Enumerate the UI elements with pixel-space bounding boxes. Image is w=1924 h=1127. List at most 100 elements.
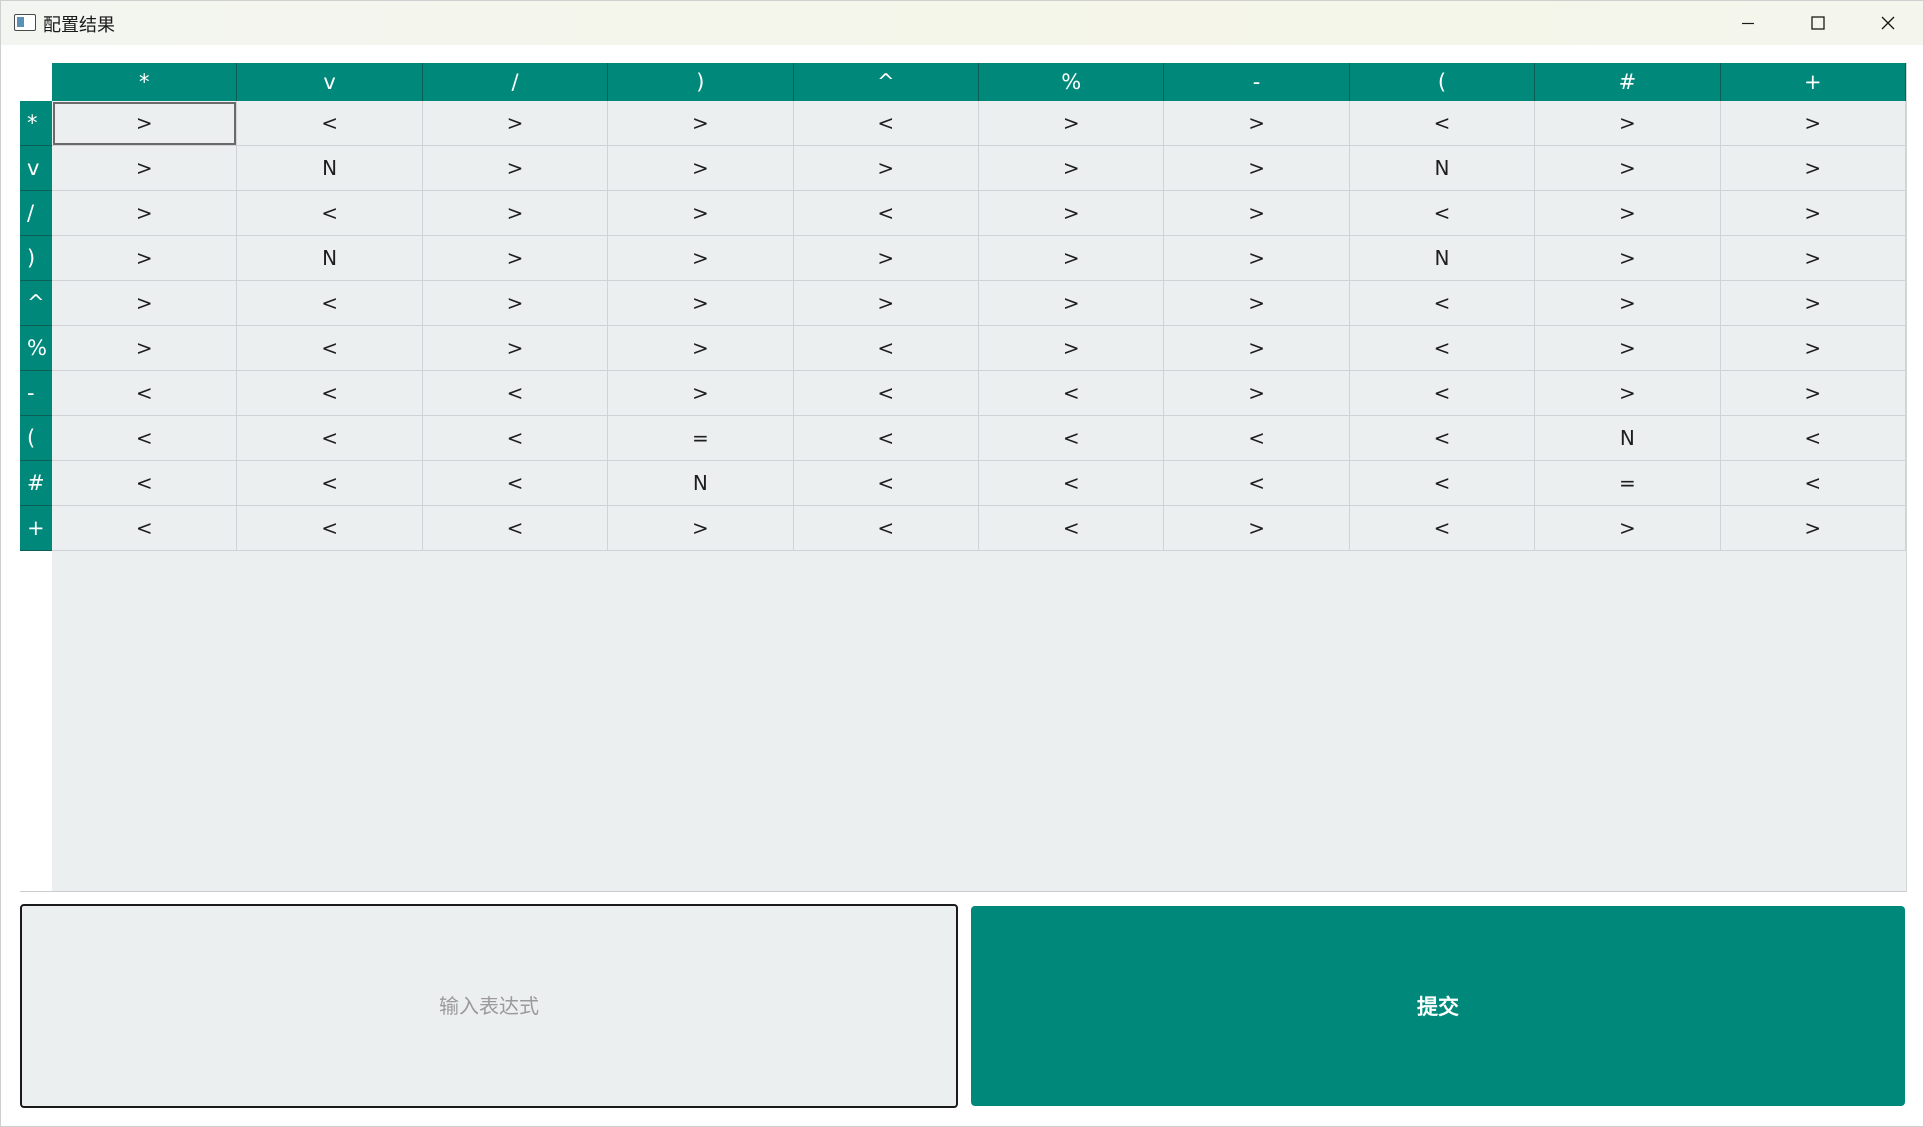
- table-cell[interactable]: <: [1164, 461, 1350, 506]
- row-header[interactable]: *: [20, 101, 52, 146]
- row-header[interactable]: #: [20, 461, 52, 506]
- row-header[interactable]: ): [20, 236, 52, 281]
- table-cell[interactable]: <: [793, 326, 979, 371]
- row-header[interactable]: (: [20, 416, 52, 461]
- table-cell[interactable]: <: [793, 416, 979, 461]
- table-cell[interactable]: N: [1535, 416, 1721, 461]
- table-cell[interactable]: >: [608, 101, 794, 146]
- table-cell[interactable]: >: [1164, 191, 1350, 236]
- table-cell[interactable]: <: [793, 461, 979, 506]
- table-cell[interactable]: >: [608, 146, 794, 191]
- table-cell[interactable]: <: [237, 281, 423, 326]
- table-cell[interactable]: >: [422, 326, 609, 371]
- table-cell[interactable]: >: [1164, 506, 1350, 551]
- table-cell[interactable]: <: [422, 371, 609, 416]
- table-cell[interactable]: <: [422, 506, 609, 551]
- table-cell[interactable]: <: [52, 371, 238, 416]
- table-cell[interactable]: >: [979, 236, 1165, 281]
- column-header[interactable]: /: [422, 63, 609, 101]
- table-cell[interactable]: >: [1720, 101, 1906, 146]
- table-cell[interactable]: >: [1535, 506, 1721, 551]
- table-cell[interactable]: >: [1720, 191, 1906, 236]
- table-cell[interactable]: N: [237, 236, 423, 281]
- table-cell[interactable]: >: [1164, 371, 1350, 416]
- table-cell[interactable]: >: [422, 191, 609, 236]
- column-header[interactable]: #: [1535, 63, 1721, 101]
- table-cell[interactable]: <: [979, 371, 1165, 416]
- table-cell[interactable]: >: [52, 281, 238, 326]
- table-cell[interactable]: <: [237, 191, 423, 236]
- column-header[interactable]: ^: [793, 63, 979, 101]
- table-cell[interactable]: >: [979, 326, 1165, 371]
- table-cell[interactable]: >: [793, 146, 979, 191]
- table-cell[interactable]: >: [422, 281, 609, 326]
- table-cell[interactable]: >: [1720, 146, 1906, 191]
- table-cell[interactable]: >: [422, 146, 609, 191]
- submit-button[interactable]: 提交: [971, 906, 1905, 1106]
- table-cell[interactable]: >: [979, 101, 1165, 146]
- table-cell[interactable]: >: [422, 236, 609, 281]
- table-cell[interactable]: N: [237, 146, 423, 191]
- table-cell[interactable]: >: [1164, 236, 1350, 281]
- row-header[interactable]: ^: [20, 281, 52, 326]
- column-header[interactable]: ): [608, 63, 794, 101]
- table-cell[interactable]: >: [422, 101, 609, 146]
- table-cell[interactable]: >: [1720, 371, 1906, 416]
- table-cell[interactable]: <: [1349, 281, 1536, 326]
- title-bar[interactable]: 配置结果: [1, 1, 1923, 45]
- table-cell[interactable]: >: [608, 506, 794, 551]
- expression-input[interactable]: [20, 904, 958, 1108]
- row-header[interactable]: +: [20, 506, 52, 551]
- table-cell[interactable]: >: [1720, 281, 1906, 326]
- table-cell[interactable]: <: [793, 101, 979, 146]
- table-cell[interactable]: N: [608, 461, 794, 506]
- table-cell[interactable]: N: [1349, 146, 1536, 191]
- table-cell[interactable]: <: [237, 326, 423, 371]
- column-header[interactable]: +: [1720, 63, 1906, 101]
- column-header[interactable]: v: [237, 63, 423, 101]
- table-cell[interactable]: <: [1349, 191, 1536, 236]
- precedence-table[interactable]: * v /) ^% -(# + * > < > > < > > < > > v > N > > > > > N > > / > < > > < > >…: [20, 63, 1907, 892]
- table-cell[interactable]: =: [608, 416, 794, 461]
- table-cell[interactable]: <: [237, 461, 423, 506]
- row-header[interactable]: /: [20, 191, 52, 236]
- table-cell[interactable]: >: [1535, 101, 1721, 146]
- table-cell[interactable]: >: [608, 371, 794, 416]
- table-cell[interactable]: <: [52, 506, 238, 551]
- table-cell[interactable]: >: [52, 146, 238, 191]
- table-cell[interactable]: >: [1535, 326, 1721, 371]
- table-cell[interactable]: >: [979, 281, 1165, 326]
- table-cell[interactable]: >: [52, 236, 238, 281]
- table-cell[interactable]: <: [237, 101, 423, 146]
- table-cell[interactable]: >: [1535, 281, 1721, 326]
- table-cell[interactable]: >: [608, 191, 794, 236]
- table-cell[interactable]: <: [422, 416, 609, 461]
- table-cell[interactable]: <: [237, 416, 423, 461]
- table-cell[interactable]: <: [1720, 416, 1906, 461]
- column-header[interactable]: %: [979, 63, 1165, 101]
- table-cell[interactable]: <: [979, 461, 1165, 506]
- table-cell[interactable]: <: [1349, 461, 1536, 506]
- table-cell[interactable]: <: [979, 506, 1165, 551]
- column-header[interactable]: -: [1164, 63, 1350, 101]
- column-header[interactable]: *: [52, 63, 238, 101]
- table-cell[interactable]: <: [52, 416, 238, 461]
- table-cell[interactable]: <: [237, 371, 423, 416]
- table-cell[interactable]: >: [1720, 506, 1906, 551]
- table-cell[interactable]: =: [1535, 461, 1721, 506]
- table-cell[interactable]: >: [52, 326, 238, 371]
- table-cell[interactable]: >: [608, 326, 794, 371]
- table-cell[interactable]: >: [1164, 281, 1350, 326]
- table-cell[interactable]: >: [1535, 371, 1721, 416]
- table-cell[interactable]: >: [608, 236, 794, 281]
- table-cell[interactable]: >: [52, 101, 238, 146]
- table-cell[interactable]: >: [608, 281, 794, 326]
- table-cell[interactable]: >: [1164, 146, 1350, 191]
- row-header[interactable]: v: [20, 146, 52, 191]
- table-cell[interactable]: >: [1535, 191, 1721, 236]
- table-cell[interactable]: <: [237, 506, 423, 551]
- table-cell[interactable]: >: [1720, 236, 1906, 281]
- table-cell[interactable]: >: [979, 191, 1165, 236]
- table-cell[interactable]: >: [1164, 101, 1350, 146]
- table-cell[interactable]: <: [793, 506, 979, 551]
